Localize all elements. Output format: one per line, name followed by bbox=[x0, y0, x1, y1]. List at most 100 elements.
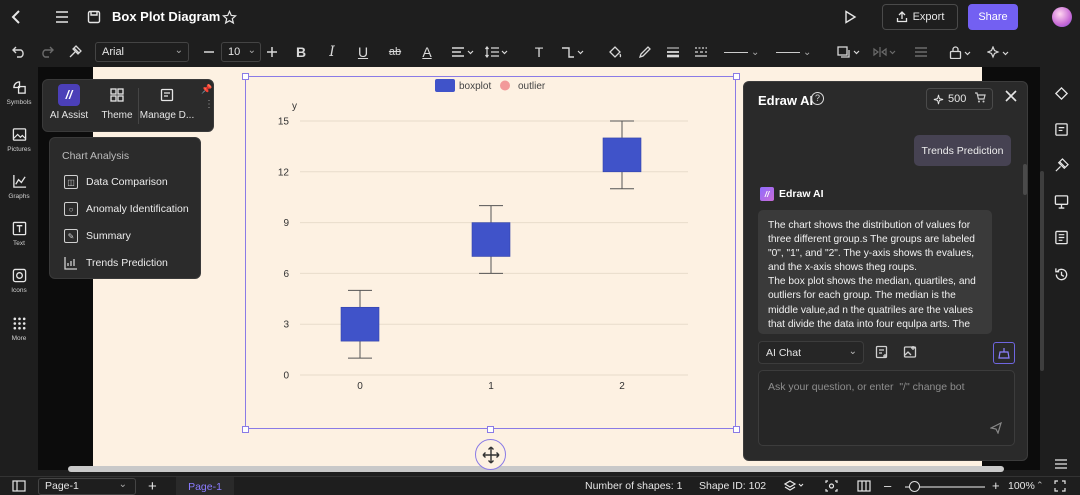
resize-handle[interactable] bbox=[242, 73, 249, 80]
menu-item-summary[interactable]: ✎ Summary bbox=[64, 227, 131, 245]
decrease-font-icon[interactable] bbox=[200, 42, 218, 62]
redo-icon[interactable] bbox=[38, 42, 56, 62]
document-title[interactable]: Box Plot Diagram bbox=[112, 9, 220, 24]
resize-handle[interactable] bbox=[487, 426, 494, 433]
ai-assist-button[interactable]: // AI Assist bbox=[47, 80, 91, 133]
line-end-preview bbox=[776, 51, 800, 53]
send-icon[interactable] bbox=[987, 419, 1005, 437]
menu-icon[interactable] bbox=[52, 7, 72, 27]
credits-value: 500 bbox=[948, 93, 967, 105]
align-icon[interactable] bbox=[450, 42, 476, 62]
anomaly-icon: ○ bbox=[64, 202, 78, 216]
zoom-slider-knob[interactable] bbox=[909, 481, 920, 492]
right-sidebar bbox=[1040, 67, 1080, 470]
notes-icon[interactable] bbox=[1052, 228, 1070, 246]
sidebar-item-more[interactable]: More bbox=[0, 316, 38, 342]
format-painter-icon[interactable] bbox=[66, 42, 84, 62]
text-color-button[interactable]: A bbox=[418, 42, 436, 62]
summary-icon: ✎ bbox=[64, 229, 78, 243]
sidebar-item-symbols[interactable]: Symbols bbox=[0, 80, 38, 106]
more-options-icon[interactable]: ⋮ bbox=[204, 100, 214, 110]
chevron-up-icon[interactable]: ⌃ bbox=[1036, 480, 1044, 491]
italic-button[interactable]: I bbox=[323, 42, 341, 62]
chat-scrollbar[interactable] bbox=[1023, 164, 1027, 195]
ask-input[interactable] bbox=[768, 379, 1003, 395]
style-icon[interactable] bbox=[1052, 156, 1070, 174]
document-add-icon[interactable] bbox=[874, 344, 890, 360]
lock-icon[interactable] bbox=[948, 42, 974, 62]
close-icon[interactable] bbox=[1005, 89, 1017, 107]
line-end-select[interactable]: ⌄ bbox=[776, 42, 816, 62]
shadow-icon[interactable] bbox=[836, 42, 862, 62]
font-size-select[interactable]: 10 ⌄ bbox=[221, 42, 261, 62]
pin-icon[interactable]: 📌 bbox=[201, 84, 212, 95]
focus-icon[interactable] bbox=[825, 480, 838, 495]
arrange-icon[interactable] bbox=[912, 42, 930, 62]
line-spacing-icon[interactable] bbox=[484, 42, 510, 62]
history-icon[interactable] bbox=[1052, 265, 1070, 283]
credits-badge[interactable]: 500 bbox=[926, 88, 993, 110]
layers-icon[interactable] bbox=[783, 480, 806, 495]
theme-button[interactable]: Theme bbox=[99, 80, 135, 133]
canvas-vertical-scrollbar[interactable] bbox=[1040, 171, 1044, 371]
horizontal-scrollbar[interactable] bbox=[68, 466, 1004, 472]
help-icon[interactable]: ? bbox=[811, 92, 824, 105]
menu-item-data-comparison[interactable]: ◫ Data Comparison bbox=[64, 173, 168, 191]
page-select[interactable]: Page-1 ⌄ bbox=[38, 478, 136, 495]
move-icon[interactable] bbox=[475, 439, 506, 470]
share-button[interactable]: Share bbox=[968, 4, 1018, 30]
export-button[interactable]: Export bbox=[882, 4, 958, 30]
zoom-out-icon[interactable]: – bbox=[884, 478, 891, 493]
line-weight-icon[interactable] bbox=[664, 42, 682, 62]
back-icon[interactable] bbox=[6, 7, 26, 27]
sidebar-item-text[interactable]: Text bbox=[0, 221, 38, 247]
sidebar-label: Icons bbox=[11, 287, 27, 294]
sidebar-item-graphs[interactable]: Graphs bbox=[0, 174, 38, 200]
increase-font-icon[interactable] bbox=[263, 42, 281, 62]
underline-button[interactable]: U bbox=[354, 42, 372, 62]
image-add-icon[interactable] bbox=[902, 344, 918, 360]
sidebar-item-pictures[interactable]: Pictures bbox=[0, 127, 38, 153]
page-setup-icon[interactable] bbox=[1052, 120, 1070, 138]
undo-icon[interactable] bbox=[10, 42, 28, 62]
zoom-in-icon[interactable]: + bbox=[992, 478, 1000, 493]
fullscreen-icon[interactable] bbox=[1054, 480, 1066, 495]
ask-input-box bbox=[758, 370, 1015, 446]
resize-handle[interactable] bbox=[242, 426, 249, 433]
avatar[interactable] bbox=[1052, 7, 1072, 27]
flip-icon[interactable] bbox=[872, 42, 898, 62]
page-layout-icon[interactable] bbox=[12, 480, 26, 495]
clear-chat-button[interactable] bbox=[993, 342, 1015, 364]
data-comparison-icon: ◫ bbox=[64, 175, 78, 189]
book-view-icon[interactable] bbox=[857, 480, 871, 495]
line-start-select[interactable]: ⌄ bbox=[724, 42, 764, 62]
bold-button[interactable]: B bbox=[292, 42, 310, 62]
resize-handle[interactable] bbox=[733, 426, 740, 433]
zoom-level[interactable]: 100% bbox=[1008, 480, 1035, 492]
manage-data-button[interactable]: Manage D... bbox=[139, 80, 195, 133]
line-dash-icon[interactable] bbox=[692, 42, 710, 62]
tab-page-1[interactable]: Page-1 bbox=[176, 477, 234, 495]
add-page-icon[interactable]: + bbox=[148, 478, 157, 495]
menu-item-trends-prediction[interactable]: Trends Prediction bbox=[64, 254, 168, 272]
connector-icon[interactable] bbox=[560, 42, 586, 62]
font-family-select[interactable]: Arial ⌄ bbox=[95, 42, 189, 62]
chat-mode-select[interactable]: AI Chat ⌄ bbox=[758, 341, 864, 364]
fill-style-icon[interactable] bbox=[1052, 84, 1070, 102]
resize-handle[interactable] bbox=[733, 73, 740, 80]
presentation-icon[interactable] bbox=[1052, 192, 1070, 210]
sidebar-item-icons[interactable]: Icons bbox=[0, 268, 38, 294]
more-tools-icon[interactable] bbox=[986, 42, 1012, 62]
chevron-down-icon: ⌄ bbox=[247, 45, 256, 56]
fill-icon[interactable] bbox=[606, 42, 624, 62]
menu-item-anomaly-identification[interactable]: ○ Anomaly Identification bbox=[64, 200, 189, 218]
star-icon[interactable] bbox=[219, 7, 239, 27]
play-icon[interactable] bbox=[840, 7, 860, 27]
pen-icon[interactable] bbox=[636, 42, 654, 62]
sidebar-label: Pictures bbox=[7, 146, 31, 153]
strikethrough-button[interactable]: ab bbox=[386, 42, 404, 62]
cart-icon[interactable] bbox=[974, 92, 986, 106]
panel-settings-icon[interactable] bbox=[1052, 455, 1070, 473]
chevron-down-icon: ⌄ bbox=[174, 45, 183, 56]
text-tool-button[interactable]: T bbox=[530, 42, 548, 62]
